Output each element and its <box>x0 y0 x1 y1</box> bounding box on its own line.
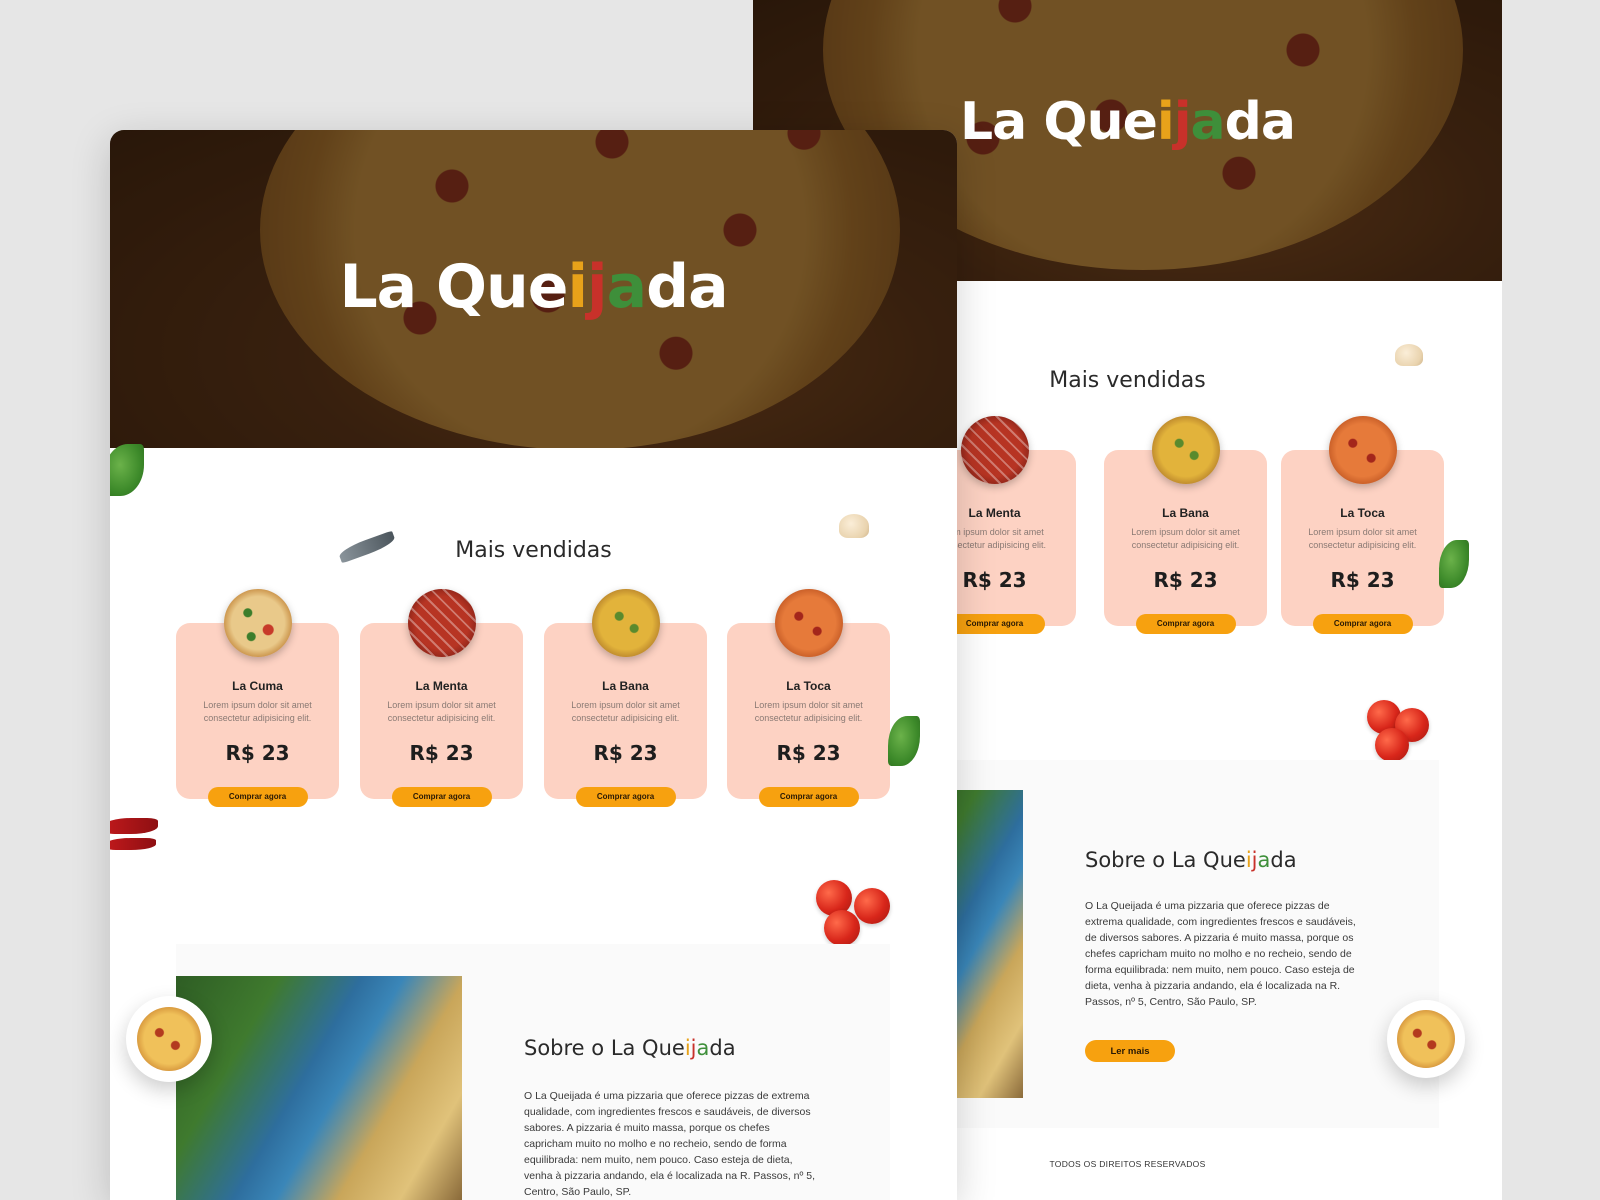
front-page-preview: La Queijada Mais vendidas La Cuma Lorem … <box>110 130 957 1200</box>
tomato-icon <box>1375 728 1409 762</box>
pizza-menta-image <box>960 416 1029 484</box>
best-sellers-title: Mais vendidas <box>455 538 612 563</box>
product-description: Lorem ipsum dolor sit amet consectetur a… <box>1308 527 1417 550</box>
buy-now-button[interactable]: Comprar agora <box>944 614 1045 634</box>
tomato-icon <box>824 910 860 946</box>
product-description: Lorem ipsum dolor sit amet consectetur a… <box>754 700 863 723</box>
chili-icon <box>110 818 158 834</box>
read-more-button[interactable]: Ler mais <box>1085 1040 1175 1062</box>
buy-now-button[interactable]: Comprar agora <box>1312 614 1413 634</box>
product-name: La Toca <box>786 679 831 693</box>
product-price: R$ 23 <box>1153 568 1218 592</box>
tomato-icon <box>854 888 890 924</box>
about-text: O La Queijada é uma pizzaria que oferece… <box>1085 900 1356 1008</box>
product-price: R$ 23 <box>776 741 841 765</box>
pizza-cuma-image <box>223 589 292 657</box>
product-card[interactable]: La Bana Lorem ipsum dolor sit amet conse… <box>1104 416 1267 634</box>
about-title: Sobre o La Queijada <box>524 1036 736 1060</box>
product-name: La Menta <box>415 679 468 693</box>
chili-icon <box>110 838 156 850</box>
buy-now-button[interactable]: Comprar agora <box>575 787 676 807</box>
pizza-bana-image <box>591 589 660 657</box>
product-card[interactable]: La Bana Lorem ipsum dolor sit amet conse… <box>544 589 707 807</box>
product-price: R$ 23 <box>1330 568 1395 592</box>
mushroom-icon <box>839 514 869 538</box>
product-price: R$ 23 <box>225 741 290 765</box>
product-name: La Bana <box>602 679 649 693</box>
about-text: O La Queijada é uma pizzaria que oferece… <box>524 1090 816 1198</box>
product-name: La Cuma <box>232 679 283 693</box>
brand-logo[interactable]: La Queijada <box>110 252 957 322</box>
basil-icon <box>110 444 144 496</box>
basil-icon <box>888 716 920 766</box>
product-description: Lorem ipsum dolor sit amet consectetur a… <box>387 700 496 723</box>
restaurant-photo <box>176 976 462 1200</box>
pizza-bana-image <box>1151 416 1220 484</box>
pizza-plate-icon <box>1387 1000 1465 1078</box>
pizza-menta-image <box>407 589 476 657</box>
product-price: R$ 23 <box>593 741 658 765</box>
mushroom-icon <box>1395 344 1423 366</box>
buy-now-button[interactable]: Comprar agora <box>758 787 859 807</box>
product-card[interactable]: La Menta Lorem ipsum dolor sit amet cons… <box>360 589 523 807</box>
product-card[interactable]: La Toca Lorem ipsum dolor sit amet conse… <box>727 589 890 807</box>
basil-icon <box>1439 540 1469 588</box>
pizza-toca-image <box>1328 416 1397 484</box>
product-description: Lorem ipsum dolor sit amet consectetur a… <box>203 700 312 723</box>
product-description: Lorem ipsum dolor sit amet consectetur a… <box>571 700 680 723</box>
product-description: Lorem ipsum dolor sit amet consectetur a… <box>1131 527 1240 550</box>
product-card[interactable]: La Cuma Lorem ipsum dolor sit amet conse… <box>176 589 339 807</box>
product-name: La Bana <box>1162 506 1209 520</box>
buy-now-button[interactable]: Comprar agora <box>1135 614 1236 634</box>
hero-banner: La Queijada <box>110 130 957 448</box>
product-name: La Toca <box>1340 506 1385 520</box>
product-card[interactable]: La Toca Lorem ipsum dolor sit amet conse… <box>1281 416 1444 634</box>
product-price: R$ 23 <box>409 741 474 765</box>
buy-now-button[interactable]: Comprar agora <box>207 787 308 807</box>
pizza-plate-icon <box>126 996 212 1082</box>
buy-now-button[interactable]: Comprar agora <box>391 787 492 807</box>
about-title: Sobre o La Queijada <box>1085 848 1297 872</box>
pizza-toca-image <box>774 589 843 657</box>
